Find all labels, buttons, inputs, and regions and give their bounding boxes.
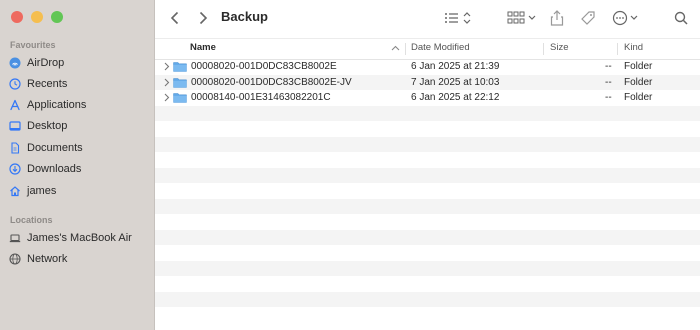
empty-row bbox=[155, 214, 700, 230]
back-button[interactable] bbox=[167, 9, 183, 27]
share-icon bbox=[550, 10, 564, 26]
sidebar-item-recents[interactable]: Recents bbox=[8, 74, 146, 93]
view-options-button[interactable] bbox=[443, 9, 475, 27]
table-row[interactable]: 00008020-001D0DC83CB8002E-JV 7 Jan 2025 … bbox=[155, 74, 700, 90]
sidebar-item-label: james bbox=[27, 184, 57, 197]
empty-row bbox=[155, 105, 700, 121]
applications-icon bbox=[8, 98, 22, 112]
empty-row bbox=[155, 198, 700, 214]
more-actions-button[interactable] bbox=[611, 9, 641, 27]
ellipsis-circle-icon bbox=[612, 10, 638, 26]
forward-button[interactable] bbox=[195, 9, 211, 27]
empty-row bbox=[155, 121, 700, 137]
column-header-name[interactable]: Name bbox=[190, 42, 216, 53]
desktop-icon bbox=[8, 119, 22, 133]
empty-row bbox=[155, 276, 700, 292]
sidebar-item-label: James's MacBook Air bbox=[27, 231, 132, 244]
sidebar-item-desktop[interactable]: Desktop bbox=[8, 116, 146, 135]
airdrop-icon bbox=[8, 56, 22, 70]
share-button[interactable] bbox=[549, 9, 565, 27]
folder-icon bbox=[173, 62, 187, 72]
disclosure-chevron-icon[interactable] bbox=[164, 78, 170, 87]
column-header-size[interactable]: Size bbox=[550, 42, 568, 53]
empty-row bbox=[155, 260, 700, 276]
file-kind: Folder bbox=[624, 92, 653, 103]
locations-section-title: Locations bbox=[10, 215, 53, 225]
column-header-bar: Name Date Modified Size Kind bbox=[155, 38, 700, 60]
folder-icon bbox=[173, 77, 187, 88]
folder-icon bbox=[173, 93, 187, 103]
clock-icon bbox=[8, 77, 22, 91]
sort-chevron-icon bbox=[391, 45, 400, 51]
sidebar-item-applications[interactable]: Applications bbox=[8, 95, 146, 114]
empty-row bbox=[155, 229, 700, 245]
search-button[interactable] bbox=[673, 9, 689, 27]
empty-row bbox=[155, 183, 700, 199]
column-separator[interactable] bbox=[543, 43, 544, 55]
table-row[interactable]: 00008140-001E31463082201C 6 Jan 2025 at … bbox=[155, 90, 700, 106]
sidebar-item-label: Recents bbox=[27, 77, 68, 90]
column-separator[interactable] bbox=[405, 43, 406, 55]
column-header-kind[interactable]: Kind bbox=[624, 42, 643, 53]
file-name: 00008020-001D0DC83CB8002E-JV bbox=[191, 76, 352, 88]
file-date: 6 Jan 2025 at 22:12 bbox=[411, 92, 500, 103]
file-name: 00008020-001D0DC83CB8002E bbox=[191, 61, 337, 72]
sidebar-item-macbook[interactable]: James's MacBook Air bbox=[8, 228, 146, 247]
column-separator[interactable] bbox=[617, 43, 618, 55]
favourites-section-title: Favourites bbox=[10, 40, 56, 50]
sidebar-item-label: AirDrop bbox=[27, 56, 65, 69]
toolbar: Backup bbox=[155, 0, 700, 37]
download-icon bbox=[8, 162, 22, 176]
window-title: Backup bbox=[221, 9, 268, 24]
sidebar-item-documents[interactable]: Documents bbox=[8, 138, 146, 157]
empty-row bbox=[155, 167, 700, 183]
minimize-window-button[interactable] bbox=[31, 11, 43, 23]
grid-icon bbox=[507, 11, 536, 24]
column-header-date-modified[interactable]: Date Modified bbox=[411, 42, 470, 53]
empty-row bbox=[155, 152, 700, 168]
network-icon bbox=[8, 252, 22, 266]
sidebar-item-label: Downloads bbox=[27, 162, 82, 175]
file-size: -- bbox=[605, 61, 612, 72]
sidebar-item-downloads[interactable]: Downloads bbox=[8, 159, 146, 178]
home-icon bbox=[8, 184, 22, 198]
sidebar-item-network[interactable]: Network bbox=[8, 249, 146, 268]
sidebar-item-label: Documents bbox=[27, 141, 83, 154]
empty-row bbox=[155, 136, 700, 152]
sidebar-item-home[interactable]: james bbox=[8, 181, 146, 200]
search-icon bbox=[674, 11, 688, 25]
list-view-icon bbox=[445, 12, 471, 24]
laptop-icon bbox=[8, 231, 22, 245]
disclosure-chevron-icon[interactable] bbox=[164, 62, 170, 71]
sidebar-item-label: Desktop bbox=[27, 119, 68, 132]
zoom-window-button[interactable] bbox=[51, 11, 63, 23]
file-size: -- bbox=[605, 92, 612, 103]
close-window-button[interactable] bbox=[11, 11, 23, 23]
file-kind: Folder bbox=[624, 61, 653, 72]
file-kind: Folder bbox=[624, 76, 653, 88]
file-list: 00008020-001D0DC83CB8002E 6 Jan 2025 at … bbox=[155, 59, 700, 330]
tags-button[interactable] bbox=[579, 9, 597, 27]
sidebar-item-airdrop[interactable]: AirDrop bbox=[8, 53, 146, 72]
group-button[interactable] bbox=[507, 9, 537, 27]
file-date: 7 Jan 2025 at 10:03 bbox=[411, 76, 500, 88]
sidebar-item-label: Network bbox=[27, 252, 68, 265]
empty-row bbox=[155, 307, 700, 323]
disclosure-chevron-icon[interactable] bbox=[164, 93, 170, 102]
chevron-right-icon bbox=[199, 11, 208, 25]
empty-row bbox=[155, 291, 700, 307]
table-row[interactable]: 00008020-001D0DC83CB8002E 6 Jan 2025 at … bbox=[155, 59, 700, 75]
document-icon bbox=[8, 141, 22, 155]
sidebar: Favourites AirDrop Recents Applications … bbox=[0, 0, 155, 330]
file-size: -- bbox=[605, 76, 612, 88]
tag-icon bbox=[581, 11, 595, 25]
sidebar-item-label: Applications bbox=[27, 98, 87, 111]
window-controls bbox=[11, 11, 63, 23]
empty-row bbox=[155, 245, 700, 261]
file-name: 00008140-001E31463082201C bbox=[191, 92, 331, 103]
file-date: 6 Jan 2025 at 21:39 bbox=[411, 61, 500, 72]
chevron-left-icon bbox=[170, 11, 179, 25]
